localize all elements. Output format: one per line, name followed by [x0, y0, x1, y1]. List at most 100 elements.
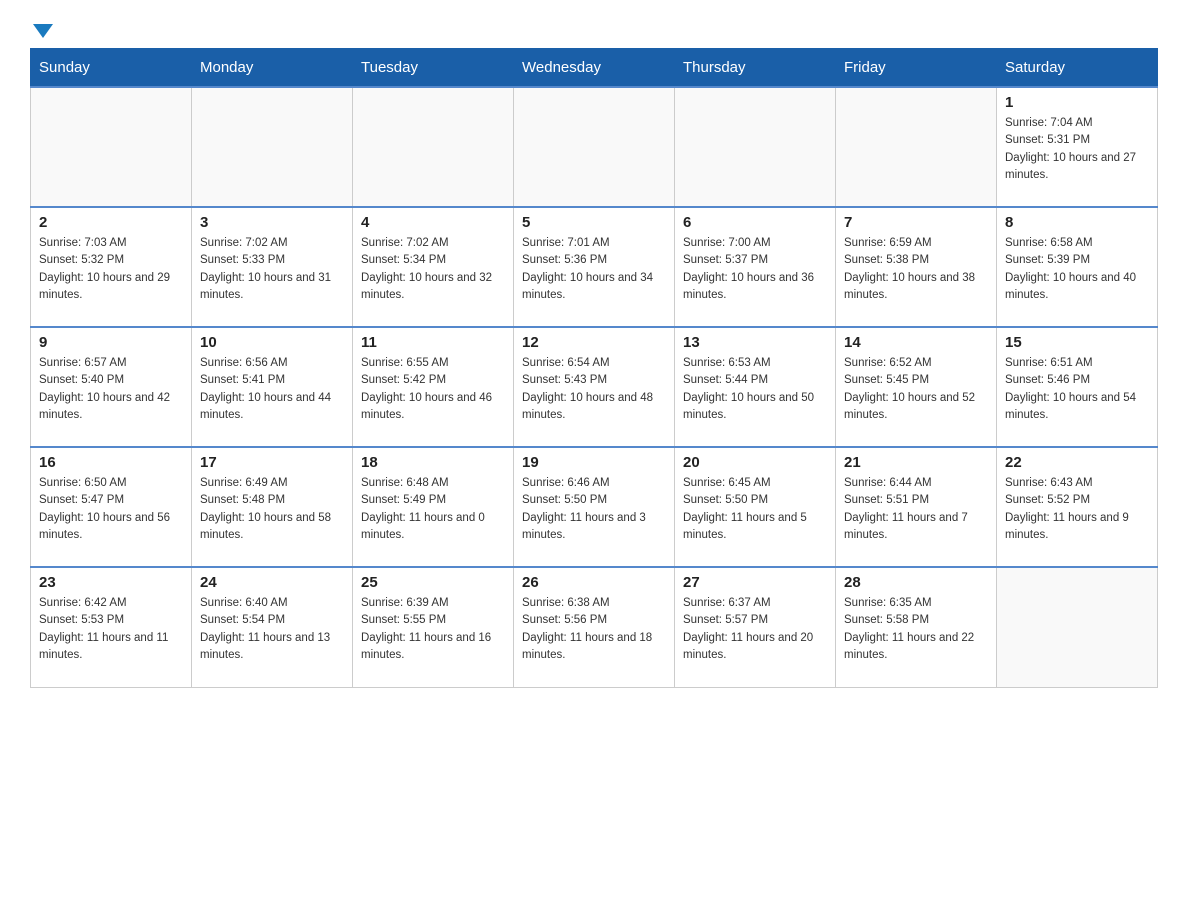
calendar-header-tuesday: Tuesday — [353, 49, 514, 88]
calendar-cell: 6 Sunrise: 7:00 AM Sunset: 5:37 PM Daylig… — [675, 207, 836, 327]
day-info: Sunrise: 6:52 AM Sunset: 5:45 PM Dayligh… — [844, 355, 988, 424]
day-number: 12 — [522, 334, 666, 351]
day-number: 2 — [39, 214, 183, 231]
day-number: 23 — [39, 574, 183, 591]
calendar-header-row: SundayMondayTuesdayWednesdayThursdayFrid… — [31, 49, 1158, 88]
day-info: Sunrise: 6:56 AM Sunset: 5:41 PM Dayligh… — [200, 355, 344, 424]
day-number: 5 — [522, 214, 666, 231]
day-info: Sunrise: 7:00 AM Sunset: 5:37 PM Dayligh… — [683, 235, 827, 304]
day-number: 15 — [1005, 334, 1149, 351]
calendar-header-monday: Monday — [192, 49, 353, 88]
calendar-cell — [514, 87, 675, 207]
calendar-cell — [31, 87, 192, 207]
calendar-week-row: 9 Sunrise: 6:57 AM Sunset: 5:40 PM Daylig… — [31, 327, 1158, 447]
day-number: 21 — [844, 454, 988, 471]
day-number: 11 — [361, 334, 505, 351]
day-number: 28 — [844, 574, 988, 591]
calendar-cell: 26 Sunrise: 6:38 AM Sunset: 5:56 PM Dayli… — [514, 567, 675, 687]
calendar-cell — [192, 87, 353, 207]
calendar-cell: 24 Sunrise: 6:40 AM Sunset: 5:54 PM Dayli… — [192, 567, 353, 687]
calendar-week-row: 23 Sunrise: 6:42 AM Sunset: 5:53 PM Dayli… — [31, 567, 1158, 687]
day-number: 25 — [361, 574, 505, 591]
calendar-cell: 22 Sunrise: 6:43 AM Sunset: 5:52 PM Dayli… — [997, 447, 1158, 567]
calendar-cell: 2 Sunrise: 7:03 AM Sunset: 5:32 PM Daylig… — [31, 207, 192, 327]
day-info: Sunrise: 6:57 AM Sunset: 5:40 PM Dayligh… — [39, 355, 183, 424]
day-number: 8 — [1005, 214, 1149, 231]
calendar-header-saturday: Saturday — [997, 49, 1158, 88]
day-info: Sunrise: 6:35 AM Sunset: 5:58 PM Dayligh… — [844, 595, 988, 664]
day-info: Sunrise: 7:01 AM Sunset: 5:36 PM Dayligh… — [522, 235, 666, 304]
calendar-cell: 12Sunrise: 6:54 AM Sunset: 5:43 PM Dayli… — [514, 327, 675, 447]
calendar-header-wednesday: Wednesday — [514, 49, 675, 88]
day-info: Sunrise: 6:40 AM Sunset: 5:54 PM Dayligh… — [200, 595, 344, 664]
day-info: Sunrise: 6:42 AM Sunset: 5:53 PM Dayligh… — [39, 595, 183, 664]
day-number: 13 — [683, 334, 827, 351]
day-info: Sunrise: 6:45 AM Sunset: 5:50 PM Dayligh… — [683, 475, 827, 544]
day-number: 18 — [361, 454, 505, 471]
calendar-header-thursday: Thursday — [675, 49, 836, 88]
calendar-cell: 10 Sunrise: 6:56 AM Sunset: 5:41 PM Dayli… — [192, 327, 353, 447]
day-number: 16 — [39, 454, 183, 471]
page-header — [30, 20, 1158, 38]
day-info: Sunrise: 7:02 AM Sunset: 5:34 PM Dayligh… — [361, 235, 505, 304]
day-info: Sunrise: 6:51 AM Sunset: 5:46 PM Dayligh… — [1005, 355, 1149, 424]
day-info: Sunrise: 6:37 AM Sunset: 5:57 PM Dayligh… — [683, 595, 827, 664]
calendar-cell: 14 Sunrise: 6:52 AM Sunset: 5:45 PM Dayli… — [836, 327, 997, 447]
calendar-cell: 4 Sunrise: 7:02 AM Sunset: 5:34 PM Daylig… — [353, 207, 514, 327]
day-number: 19 — [522, 454, 666, 471]
day-info: Sunrise: 6:59 AM Sunset: 5:38 PM Dayligh… — [844, 235, 988, 304]
day-number: 14 — [844, 334, 988, 351]
calendar-cell: 28 Sunrise: 6:35 AM Sunset: 5:58 PM Dayli… — [836, 567, 997, 687]
day-number: 26 — [522, 574, 666, 591]
calendar-cell: 23 Sunrise: 6:42 AM Sunset: 5:53 PM Dayli… — [31, 567, 192, 687]
day-number: 27 — [683, 574, 827, 591]
calendar-cell: 13 Sunrise: 6:53 AM Sunset: 5:44 PM Dayli… — [675, 327, 836, 447]
calendar-cell: 3 Sunrise: 7:02 AM Sunset: 5:33 PM Daylig… — [192, 207, 353, 327]
calendar-week-row: 2 Sunrise: 7:03 AM Sunset: 5:32 PM Daylig… — [31, 207, 1158, 327]
calendar-table: SundayMondayTuesdayWednesdayThursdayFrid… — [30, 48, 1158, 688]
day-number: 7 — [844, 214, 988, 231]
calendar-cell — [675, 87, 836, 207]
calendar-cell: 17 Sunrise: 6:49 AM Sunset: 5:48 PM Dayli… — [192, 447, 353, 567]
day-number: 20 — [683, 454, 827, 471]
day-info: Sunrise: 6:43 AM Sunset: 5:52 PM Dayligh… — [1005, 475, 1149, 544]
day-number: 4 — [361, 214, 505, 231]
day-number: 9 — [39, 334, 183, 351]
day-info: Sunrise: 6:55 AM Sunset: 5:42 PM Dayligh… — [361, 355, 505, 424]
calendar-cell: 20 Sunrise: 6:45 AM Sunset: 5:50 PM Dayli… — [675, 447, 836, 567]
calendar-cell: 5 Sunrise: 7:01 AM Sunset: 5:36 PM Daylig… — [514, 207, 675, 327]
day-number: 24 — [200, 574, 344, 591]
day-number: 1 — [1005, 94, 1149, 111]
day-info: Sunrise: 6:46 AM Sunset: 5:50 PM Dayligh… — [522, 475, 666, 544]
calendar-cell — [997, 567, 1158, 687]
calendar-cell: 27 Sunrise: 6:37 AM Sunset: 5:57 PM Dayli… — [675, 567, 836, 687]
day-number: 3 — [200, 214, 344, 231]
logo-arrow-icon — [33, 24, 53, 38]
day-number: 17 — [200, 454, 344, 471]
day-info: Sunrise: 7:03 AM Sunset: 5:32 PM Dayligh… — [39, 235, 183, 304]
calendar-cell: 9 Sunrise: 6:57 AM Sunset: 5:40 PM Daylig… — [31, 327, 192, 447]
day-number: 22 — [1005, 454, 1149, 471]
day-info: Sunrise: 6:39 AM Sunset: 5:55 PM Dayligh… — [361, 595, 505, 664]
calendar-header-friday: Friday — [836, 49, 997, 88]
calendar-cell: 18Sunrise: 6:48 AM Sunset: 5:49 PM Dayli… — [353, 447, 514, 567]
day-info: Sunrise: 6:50 AM Sunset: 5:47 PM Dayligh… — [39, 475, 183, 544]
calendar-header-sunday: Sunday — [31, 49, 192, 88]
calendar-week-row: 1 Sunrise: 7:04 AM Sunset: 5:31 PM Daylig… — [31, 87, 1158, 207]
calendar-cell: 7 Sunrise: 6:59 AM Sunset: 5:38 PM Daylig… — [836, 207, 997, 327]
day-number: 6 — [683, 214, 827, 231]
day-info: Sunrise: 6:53 AM Sunset: 5:44 PM Dayligh… — [683, 355, 827, 424]
day-number: 10 — [200, 334, 344, 351]
calendar-week-row: 16 Sunrise: 6:50 AM Sunset: 5:47 PM Dayli… — [31, 447, 1158, 567]
day-info: Sunrise: 6:49 AM Sunset: 5:48 PM Dayligh… — [200, 475, 344, 544]
calendar-cell: 8Sunrise: 6:58 AM Sunset: 5:39 PM Daylig… — [997, 207, 1158, 327]
day-info: Sunrise: 6:38 AM Sunset: 5:56 PM Dayligh… — [522, 595, 666, 664]
day-info: Sunrise: 7:04 AM Sunset: 5:31 PM Dayligh… — [1005, 115, 1149, 184]
calendar-cell: 16 Sunrise: 6:50 AM Sunset: 5:47 PM Dayli… — [31, 447, 192, 567]
calendar-cell: 19 Sunrise: 6:46 AM Sunset: 5:50 PM Dayli… — [514, 447, 675, 567]
calendar-cell — [353, 87, 514, 207]
calendar-cell — [836, 87, 997, 207]
day-info: Sunrise: 6:44 AM Sunset: 5:51 PM Dayligh… — [844, 475, 988, 544]
day-info: Sunrise: 7:02 AM Sunset: 5:33 PM Dayligh… — [200, 235, 344, 304]
calendar-cell: 21 Sunrise: 6:44 AM Sunset: 5:51 PM Dayli… — [836, 447, 997, 567]
